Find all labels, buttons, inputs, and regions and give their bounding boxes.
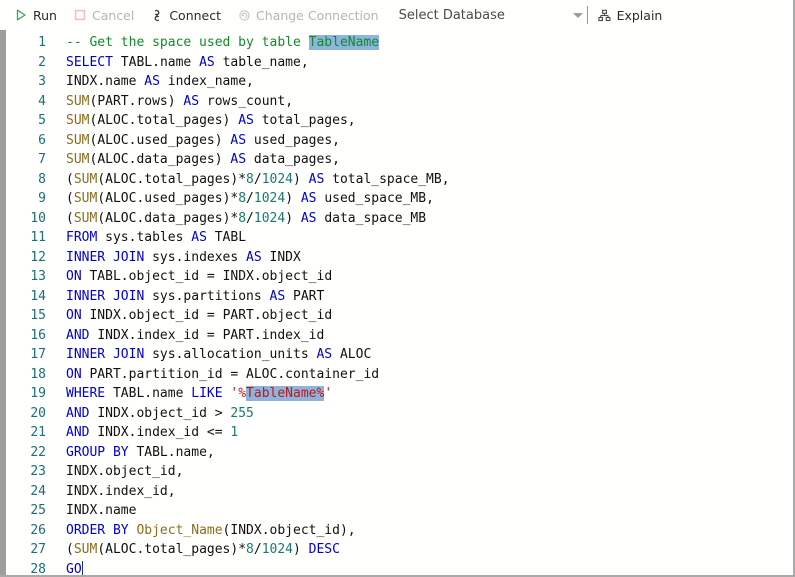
code-line[interactable]: (SUM(ALOC.total_pages)*8/1024) AS total_… [66,170,793,190]
toolbar-divider [586,6,588,24]
editor-toolbar: Run Cancel Connect Change Connection Sel… [0,0,793,30]
code-line[interactable]: SUM(ALOC.data_pages) AS data_pages, [66,150,793,170]
code-line[interactable]: ON INDX.object_id = PART.object_id [66,306,793,326]
play-icon [14,8,28,22]
line-number: 24 [30,483,46,499]
line-number: 18 [30,366,46,382]
line-number: 21 [30,425,46,440]
code-line[interactable]: (SUM(ALOC.used_pages)*8/1024) AS used_sp… [66,189,793,209]
line-number: 13 [30,269,46,284]
connect-button[interactable]: Connect [150,8,221,23]
code-line[interactable]: (SUM(ALOC.total_pages)*8/1024) DESC [66,540,793,560]
cancel-button[interactable]: Cancel [73,8,134,23]
change-connection-button[interactable]: Change Connection [237,8,379,23]
line-number: 10 [30,210,46,226]
code-line[interactable]: FROM sys.tables AS TABL [66,228,793,248]
text-caret [81,560,83,575]
code-editor[interactable]: 1 2 3 4 5 6 7 8 9 10 11 12 13 14 15 16 17 18 19 20 21 22 23 24 2… [0,30,793,577]
line-number: 1 [38,35,46,50]
code-line[interactable]: -- Get the space used by table TableName [66,33,793,53]
line-number: 27 [30,542,46,557]
explain-button-label: Explain [616,7,663,23]
plug-icon [150,8,164,22]
hierarchy-icon [598,8,612,22]
line-number: 19 [30,386,46,401]
code-line[interactable]: AND INDX.index_id = PART.index_id [66,326,793,346]
line-number: 4 [38,93,46,109]
code-line[interactable]: INNER JOIN sys.indexes AS INDX [66,248,793,268]
line-number: 9 [38,191,46,206]
code-line[interactable]: WHERE TABL.name LIKE '%TableName%' [66,384,793,404]
code-lines[interactable]: -- Get the space used by table TableName… [46,33,793,575]
stop-square-icon [73,8,87,22]
code-line[interactable]: INDX.index_id, [66,482,793,502]
line-number: 26 [30,522,46,538]
line-number: 15 [30,308,46,323]
change-connection-label: Change Connection [256,7,379,23]
code-area[interactable]: 1 2 3 4 5 6 7 8 9 10 11 12 13 14 15 16 17 18 19 20 21 22 23 24 2… [6,30,793,577]
line-number: 7 [38,152,46,167]
chevron-down-icon[interactable] [572,12,583,18]
line-number: 11 [30,230,46,245]
line-number-gutter: 1 2 3 4 5 6 7 8 9 10 11 12 13 14 15 16 17 18 19 20 21 22 23 24 2… [6,33,46,577]
code-line[interactable]: SUM(ALOC.used_pages) AS used_pages, [66,131,793,151]
code-line[interactable]: INNER JOIN sys.allocation_units AS ALOC [66,345,793,365]
line-number: 28 [30,561,46,577]
line-number: 20 [30,405,46,421]
line-number: 25 [30,503,46,518]
line-number: 22 [30,444,46,460]
run-button[interactable]: Run [14,8,57,23]
code-line[interactable]: AND INDX.index_id <= 1 [66,423,793,443]
explain-button[interactable]: Explain [598,7,663,23]
line-number: 14 [30,288,46,304]
code-line[interactable]: SUM(PART.rows) AS rows_count, [66,92,793,112]
code-line[interactable]: INNER JOIN sys.partitions AS PART [66,287,793,307]
line-number: 23 [30,464,46,479]
code-line[interactable]: ON PART.partition_id = ALOC.container_id [66,365,793,385]
code-line[interactable]: GROUP BY TABL.name, [66,443,793,463]
line-number: 12 [30,249,46,265]
line-number: 2 [38,54,46,70]
line-number: 3 [38,74,46,89]
line-number: 16 [30,327,46,343]
code-line[interactable]: GO [66,560,793,575]
code-line[interactable]: (SUM(ALOC.data_pages)*8/1024) AS data_sp… [66,209,793,229]
selected-text[interactable]: TableName [308,35,380,50]
database-select[interactable]: Select Database [399,8,585,23]
cancel-button-label: Cancel [91,7,135,23]
connect-button-label: Connect [169,7,222,23]
line-number: 6 [38,132,46,148]
code-line[interactable]: ORDER BY Object_Name(INDX.object_id), [66,521,793,541]
code-line[interactable]: INDX.name AS index_name, [66,72,793,92]
database-select-value: Select Database [398,7,505,23]
run-button-label: Run [33,7,57,23]
code-line[interactable]: SUM(ALOC.total_pages) AS total_pages, [66,111,793,131]
sql-editor-window: Run Cancel Connect Change Connection Sel… [0,0,795,577]
code-line[interactable]: AND INDX.object_id > 255 [66,404,793,424]
line-number: 5 [38,113,46,128]
code-line[interactable]: INDX.object_id, [66,462,793,482]
selected-text[interactable]: TableName% [246,386,325,401]
code-line[interactable]: INDX.name [66,501,793,521]
line-number: 17 [30,347,46,362]
code-line[interactable]: ON TABL.object_id = INDX.object_id [66,267,793,287]
line-number: 8 [38,171,46,187]
code-line[interactable]: SELECT TABL.name AS table_name, [66,53,793,73]
refresh-circle-icon [237,8,251,22]
